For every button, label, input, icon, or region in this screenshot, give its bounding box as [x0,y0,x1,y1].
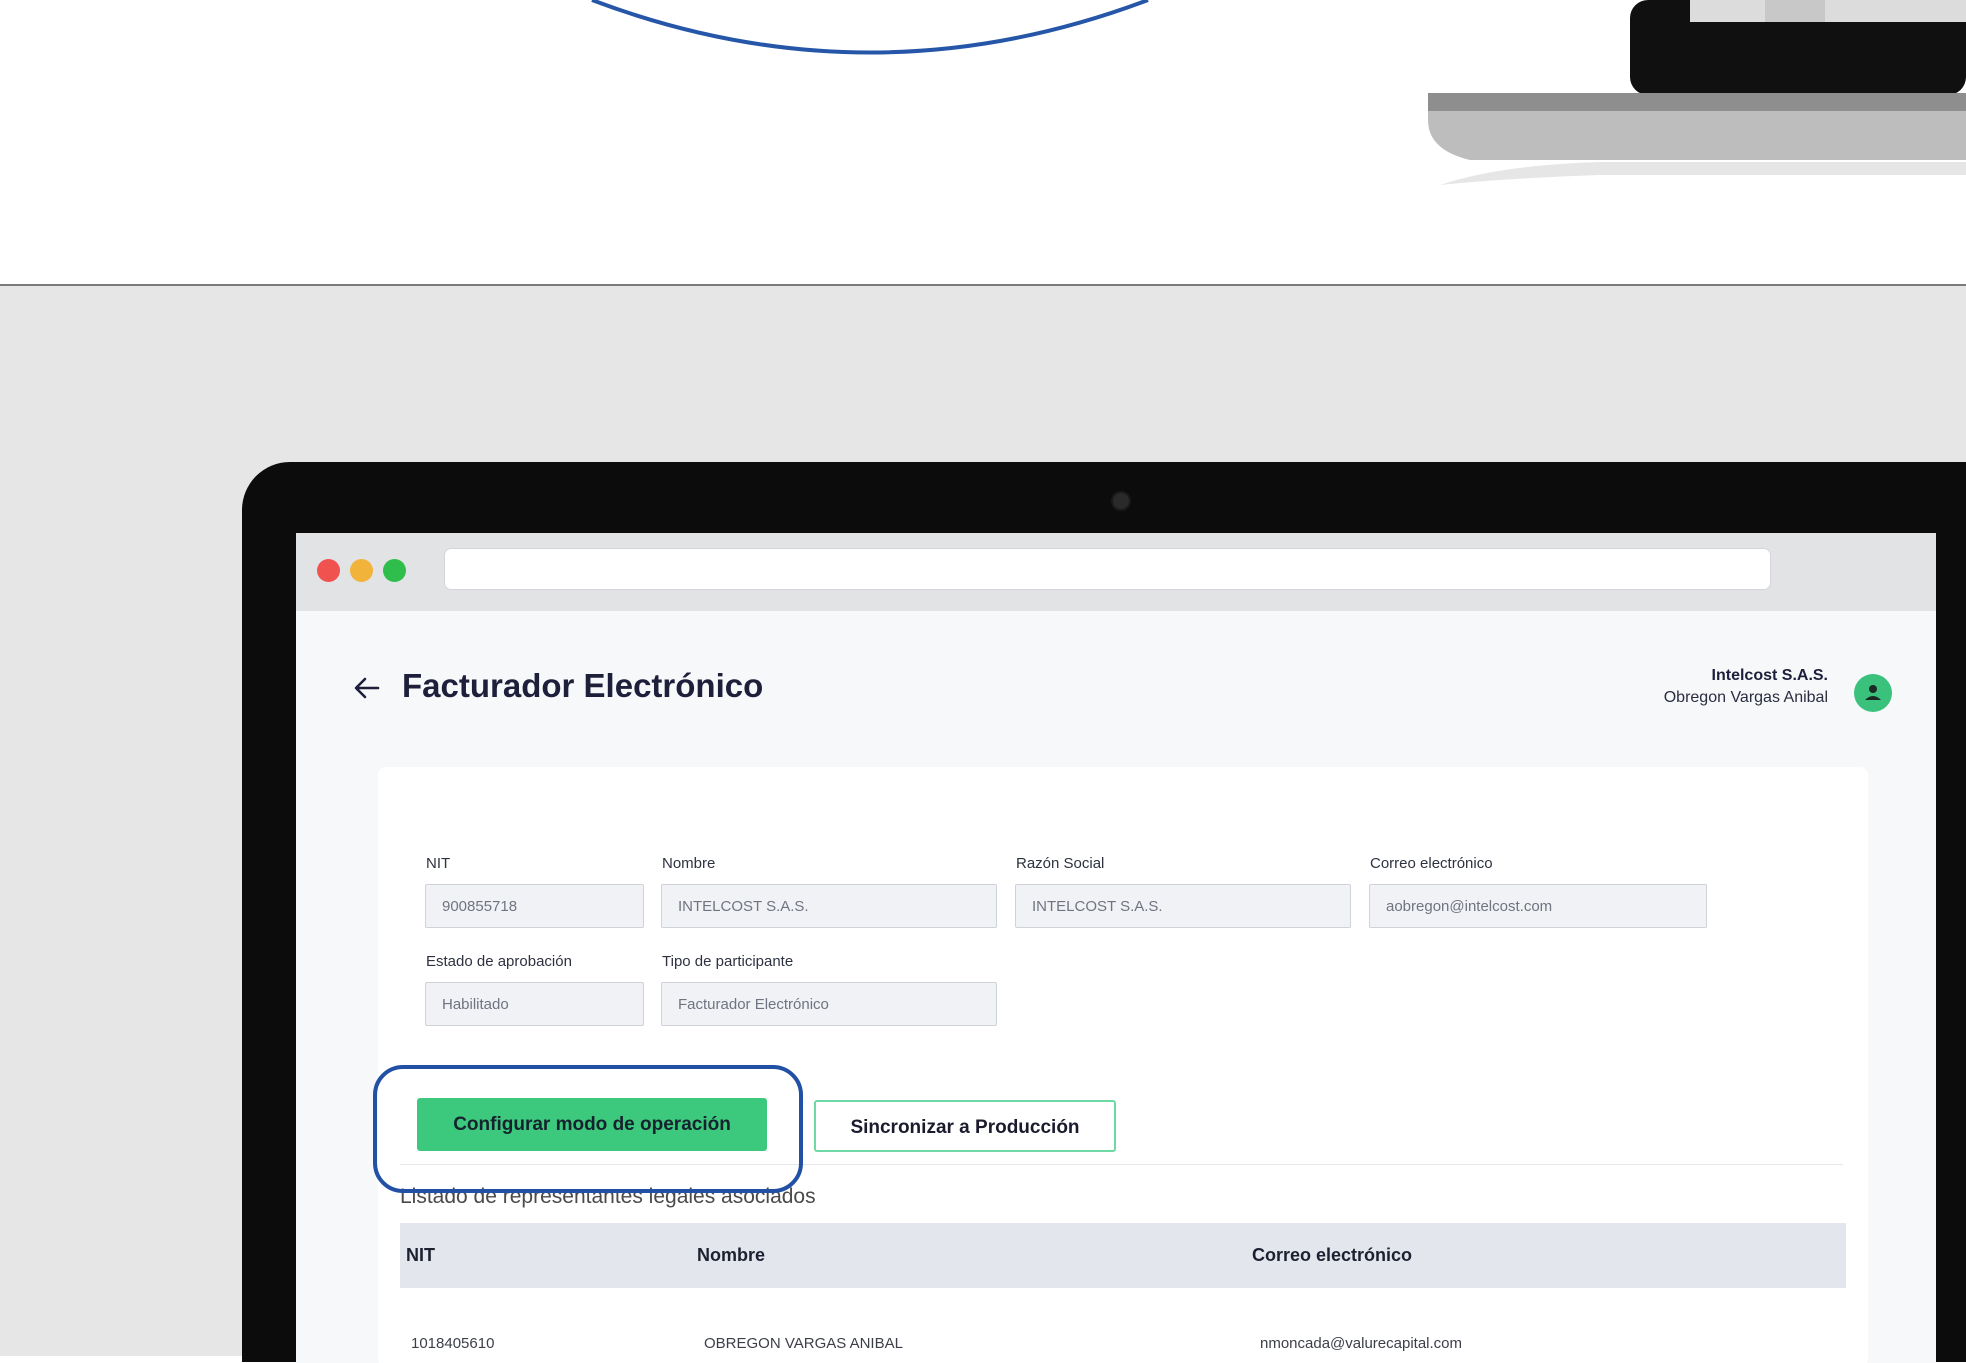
nit-field[interactable]: 900855718 [425,884,644,928]
correo-field[interactable]: aobregon@intelcost.com [1369,884,1707,928]
sincronizar-produccion-label: Sincronizar a Producción [850,1117,1080,1138]
nit-value: 900855718 [442,898,518,915]
row-nit: 1018405610 [411,1335,495,1352]
nombre-label: Nombre [662,855,716,872]
razon-social-label: Razón Social [1016,855,1105,872]
row-nombre: OBREGON VARGAS ANIBAL [704,1335,903,1352]
table-header-nombre: Nombre [697,1245,766,1265]
window-maximize-dot[interactable] [383,559,406,582]
user-name: Obregon Vargas Anibal [1663,689,1828,706]
laptop-camera [1111,491,1131,511]
highlight-outline [373,1065,803,1193]
decorative-circle-arc [591,0,1966,185]
back-arrow-icon[interactable] [352,673,382,703]
app-screen: Facturador Electrónico Intelcost S.A.S. … [296,533,1936,1363]
razon-social-value: INTELCOST S.A.S. [1032,898,1163,915]
row-correo: nmoncada@valurecapital.com [1260,1335,1462,1352]
table-header-correo: Correo electrónico [1252,1245,1413,1265]
estado-field[interactable]: Habilitado [425,982,644,1026]
table-row[interactable]: 1018405610 OBREGON VARGAS ANIBAL nmoncad… [400,1323,1846,1363]
page-title: Facturador Electrónico [402,667,764,704]
company-name: Intelcost S.A.S. [1711,667,1828,684]
tipo-label: Tipo de participante [662,953,794,970]
avatar[interactable] [1854,674,1892,712]
window-close-dot[interactable] [317,559,340,582]
estado-value: Habilitado [442,996,509,1013]
correo-label: Correo electrónico [1370,855,1493,872]
nombre-value: INTELCOST S.A.S. [678,898,809,915]
window-minimize-dot[interactable] [350,559,373,582]
tipo-value: Facturador Electrónico [678,996,829,1013]
top-decoration [0,0,1966,285]
correo-value: aobregon@intelcost.com [1386,898,1553,915]
estado-label: Estado de aprobación [426,953,572,970]
address-bar[interactable] [444,548,1771,590]
sincronizar-produccion-button[interactable]: Sincronizar a Producción [814,1100,1116,1152]
browser-toolbar [296,533,1936,611]
nit-label: NIT [426,855,451,872]
nombre-field[interactable]: INTELCOST S.A.S. [661,884,997,928]
user-icon [1865,685,1881,700]
table-header-nit: NIT [406,1245,435,1265]
razon-social-field[interactable]: INTELCOST S.A.S. [1015,884,1351,928]
tipo-field[interactable]: Facturador Electrónico [661,982,997,1026]
table-header: NIT Nombre Correo electrónico [400,1223,1846,1288]
